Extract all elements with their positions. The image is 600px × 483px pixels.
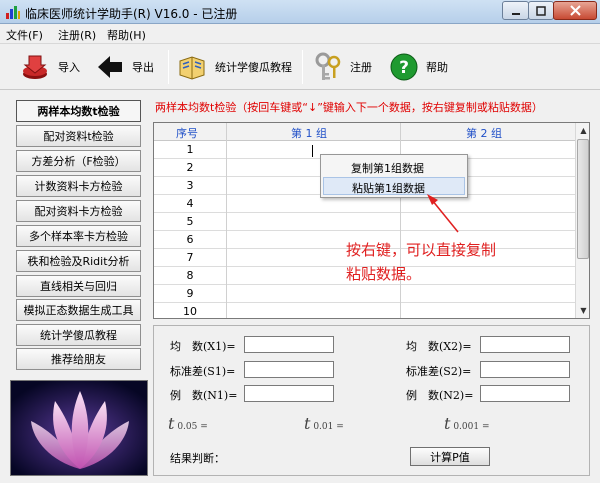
calculate-p-button[interactable]: 计算P值 (410, 447, 490, 466)
row-number: 8 (186, 269, 194, 282)
column-divider (400, 123, 401, 318)
key-icon (315, 52, 341, 80)
nav-chi-square[interactable]: 计数资料卡方检验 (16, 175, 141, 197)
window-title: 临床医师统计学助手(R) V16.0 - 已注册 (25, 7, 238, 21)
app-icon (6, 6, 20, 19)
row-number: 1 (186, 143, 194, 156)
nav-rank-sum-ridit[interactable]: 秩和检验及Ridit分析 (16, 250, 141, 272)
nav-normal-data-generator[interactable]: 模拟正态数据生成工具 (16, 299, 141, 321)
mean-2-label: 均 数(X2)= (406, 340, 472, 353)
row-number: 3 (186, 179, 194, 192)
toolbar-separator (168, 50, 169, 84)
import-button[interactable]: 导入 (20, 50, 80, 84)
book-icon (179, 56, 205, 80)
maximize-button[interactable] (528, 1, 554, 20)
toolbar-separator (302, 50, 303, 84)
export-label: 导出 (132, 61, 154, 74)
n-2-field[interactable] (480, 385, 570, 402)
row-number: 4 (186, 197, 194, 210)
scroll-up-icon[interactable]: ▲ (576, 123, 589, 138)
export-button[interactable]: 导出 (96, 50, 154, 84)
nav-paired-chi-square[interactable]: 配对资料卡方检验 (16, 200, 141, 222)
nav-two-sample-t-test[interactable]: 两样本均数t检验 (16, 100, 141, 122)
table-row[interactable]: 10 (154, 303, 575, 318)
row-number: 7 (186, 251, 194, 264)
toolbar: 导入 导出 统计学傻瓜教程 注册 ? 帮助 (0, 44, 600, 90)
import-label: 导入 (58, 61, 80, 74)
help-label: 帮助 (426, 61, 448, 74)
vertical-scrollbar[interactable]: ▲ ▼ (575, 123, 589, 318)
sd-1-label: 标准差(S1)= (170, 365, 236, 378)
table-row[interactable]: 9 (154, 285, 575, 303)
result-label: 结果判断： (170, 452, 225, 465)
title-bar: 临床医师统计学助手(R) V16.0 - 已注册 (0, 0, 600, 24)
text-cursor (312, 145, 313, 157)
import-icon (23, 55, 47, 79)
t-0-001-label: t 0.001 = (444, 414, 490, 433)
scroll-thumb[interactable] (577, 139, 589, 259)
annotation-line-1: 按右键，可以直接复制 (346, 241, 497, 259)
annotation-text: 按右键，可以直接复制 粘贴数据。 (346, 238, 496, 286)
nav-anova[interactable]: 方差分析（F检验） (16, 150, 141, 172)
n-1-field[interactable] (244, 385, 334, 402)
nav-recommend[interactable]: 推荐给朋友 (16, 348, 141, 370)
row-number: 2 (186, 161, 194, 174)
header-index: 序号 (176, 127, 198, 140)
minimize-icon (511, 12, 520, 15)
menu-register[interactable]: 注册(R) (58, 27, 96, 43)
help-button[interactable]: ? 帮助 (390, 50, 448, 84)
context-copy-group-1[interactable]: 复制第1组数据 (323, 158, 465, 176)
menu-help[interactable]: 帮助(H) (107, 27, 146, 43)
row-number: 6 (186, 233, 194, 246)
table-row[interactable]: 5 (154, 213, 575, 231)
menu-bar: 文件(F) 注册(R) 帮助(H) (0, 24, 600, 44)
annotation-arrow-icon (427, 194, 459, 233)
n-1-label: 例 数(N1)= (170, 389, 238, 402)
export-icon (98, 56, 122, 78)
column-divider (226, 123, 227, 318)
t-0-01-label: t 0.01 = (304, 414, 344, 433)
statistics-panel: 均 数(X1)= 均 数(X2)= 标准差(S1)= 标准差(S2)= 例 数(… (153, 325, 590, 476)
nav-stats-tutorial[interactable]: 统计学傻瓜教程 (16, 324, 141, 346)
instruction-hint: 两样本均数t检验（按回车键或“↓”键输入下一个数据，按右键复制或粘贴数据） (155, 101, 543, 114)
header-group-2: 第 2 组 (466, 127, 502, 140)
row-number: 9 (186, 287, 194, 300)
mean-1-field[interactable] (244, 336, 334, 353)
nav-linear-regression[interactable]: 直线相关与回归 (16, 275, 141, 297)
row-number: 5 (186, 215, 194, 228)
scroll-down-icon[interactable]: ▼ (576, 303, 589, 318)
tutorial-label: 统计学傻瓜教程 (215, 61, 292, 74)
register-button[interactable]: 注册 (314, 50, 372, 84)
n-2-label: 例 数(N2)= (406, 389, 474, 402)
minimize-button[interactable] (502, 1, 529, 20)
mean-1-label: 均 数(X1)= (170, 340, 236, 353)
grid-header: 序号 第 1 组 第 2 组 (154, 123, 575, 141)
annotation-line-2: 粘贴数据。 (346, 265, 422, 283)
t-0-05-label: t 0.05 = (168, 414, 208, 433)
sd-2-label: 标准差(S2)= (406, 365, 472, 378)
data-grid[interactable]: 序号 第 1 组 第 2 组 1 2 3 4 5 6 7 8 9 10 ▲ ▼ (153, 122, 590, 319)
nav-paired-t-test[interactable]: 配对资料t检验 (16, 125, 141, 147)
close-icon (569, 5, 581, 16)
sd-2-field[interactable] (480, 361, 570, 378)
help-icon: ? (390, 53, 418, 81)
sd-1-field[interactable] (244, 361, 334, 378)
close-button[interactable] (553, 1, 597, 20)
header-group-1: 第 1 组 (291, 127, 327, 140)
row-number: 10 (183, 305, 197, 318)
register-label: 注册 (350, 61, 372, 74)
menu-file[interactable]: 文件(F) (6, 27, 43, 43)
lotus-image (10, 380, 148, 476)
nav-multi-sample-chi-square[interactable]: 多个样本率卡方检验 (16, 225, 141, 247)
mean-2-field[interactable] (480, 336, 570, 353)
svg-text:?: ? (399, 58, 409, 78)
tutorial-button[interactable]: 统计学傻瓜教程 (177, 50, 292, 84)
maximize-icon (536, 5, 546, 16)
